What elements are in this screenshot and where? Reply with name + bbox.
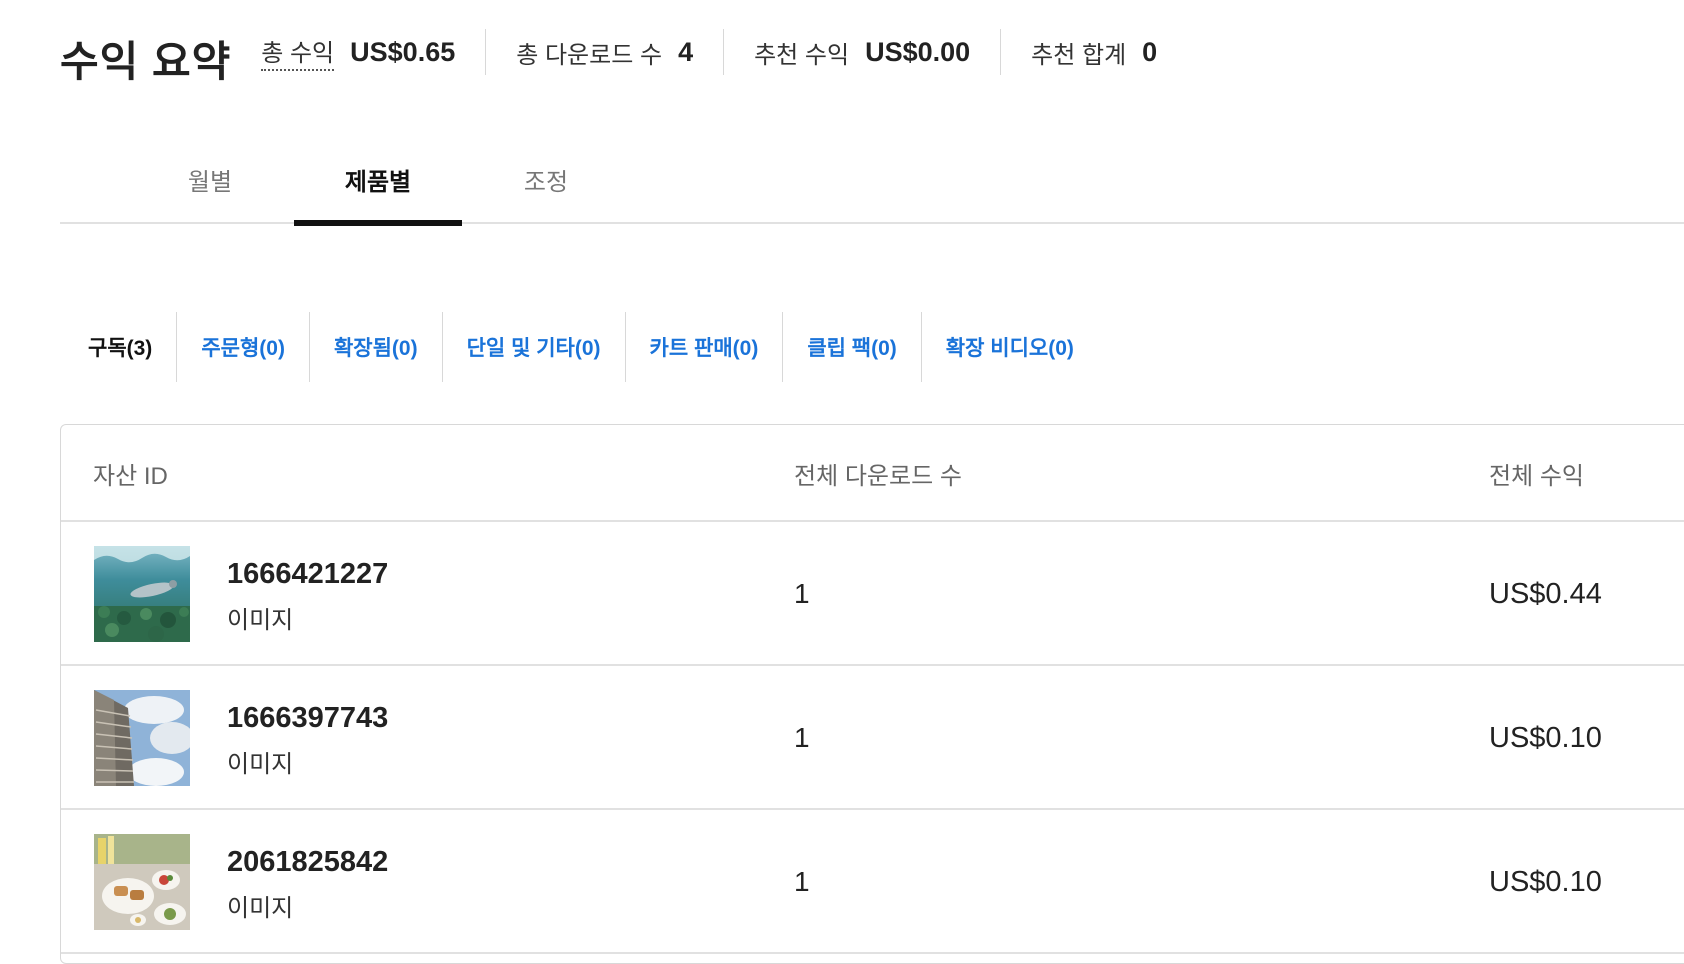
subtab-subscription[interactable]: 구독(3) bbox=[60, 312, 176, 382]
column-header-asset-id: 자산 ID bbox=[93, 463, 168, 490]
stat-value-total-downloads: 4 bbox=[678, 36, 694, 67]
asset-type: 이미지 bbox=[227, 895, 294, 922]
stat-label-referral-earnings: 추천 수익 bbox=[754, 41, 850, 69]
download-count: 1 bbox=[794, 866, 810, 897]
earnings-summary: 수익 요약 총 수익 US$0.65 총 다운로드 수 4 추천 수익 US$0… bbox=[60, 22, 1187, 85]
subtab-extended[interactable]: 확장됨(0) bbox=[308, 312, 442, 382]
stat-value-total-earnings: US$0.65 bbox=[350, 36, 456, 67]
stat-referral-total: 추천 합계 0 bbox=[1000, 29, 1187, 75]
download-count: 1 bbox=[794, 578, 810, 609]
asset-id[interactable]: 1666397743 bbox=[227, 702, 388, 735]
main-tabs: 월별 제품별 조정 bbox=[60, 150, 1684, 226]
table-row: 1666397743 이미지 1 US$0.10 bbox=[61, 666, 1684, 810]
revenue-value: US$0.10 bbox=[1489, 721, 1602, 754]
revenue-value: US$0.44 bbox=[1489, 577, 1602, 610]
tab-by-product[interactable]: 제품별 bbox=[294, 150, 462, 226]
earnings-table: 자산 ID 전체 다운로드 수 전체 수익 1666421227 이미지 1 U… bbox=[60, 424, 1684, 964]
stat-value-referral-earnings: US$0.00 bbox=[865, 36, 971, 67]
underwater-seal-icon[interactable] bbox=[94, 546, 190, 642]
skyscraper-sky-icon[interactable] bbox=[94, 690, 190, 786]
subtab-single-and-other[interactable]: 단일 및 기타(0) bbox=[441, 312, 625, 382]
stat-label-total-downloads: 총 다운로드 수 bbox=[516, 41, 663, 69]
revenue-value: US$0.10 bbox=[1489, 865, 1602, 898]
stat-value-referral-total: 0 bbox=[1142, 36, 1158, 67]
asset-type: 이미지 bbox=[227, 607, 294, 634]
subtab-clip-packs[interactable]: 클립 팩(0) bbox=[782, 312, 920, 382]
subtab-extended-video[interactable]: 확장 비디오(0) bbox=[920, 312, 1098, 382]
download-count: 1 bbox=[794, 722, 810, 753]
table-row: 2061825842 이미지 1 US$0.10 bbox=[61, 810, 1684, 954]
stat-total-earnings: 총 수익 US$0.65 bbox=[261, 29, 485, 75]
column-header-downloads: 전체 다운로드 수 bbox=[794, 463, 962, 490]
stat-referral-earnings: 추천 수익 US$0.00 bbox=[723, 29, 1000, 75]
stat-label-total-earnings[interactable]: 총 수익 bbox=[261, 33, 335, 71]
tab-monthly[interactable]: 월별 bbox=[160, 150, 260, 224]
subtab-cart-sales[interactable]: 카트 판매(0) bbox=[624, 312, 783, 382]
table-header: 자산 ID 전체 다운로드 수 전체 수익 bbox=[61, 425, 1684, 522]
column-header-revenue: 전체 수익 bbox=[1489, 463, 1584, 490]
asset-id[interactable]: 1666421227 bbox=[227, 558, 388, 591]
tab-adjustments[interactable]: 조정 bbox=[496, 150, 596, 224]
subtab-on-demand[interactable]: 주문형(0) bbox=[176, 312, 309, 382]
asset-id[interactable]: 2061825842 bbox=[227, 846, 388, 879]
stat-total-downloads: 총 다운로드 수 4 bbox=[485, 29, 723, 75]
food-plates-icon[interactable] bbox=[94, 834, 190, 930]
stat-label-referral-total: 추천 합계 bbox=[1031, 41, 1127, 69]
table-row: 1666421227 이미지 1 US$0.44 bbox=[61, 522, 1684, 666]
asset-type: 이미지 bbox=[227, 751, 294, 778]
page-title: 수익 요약 bbox=[60, 37, 232, 85]
product-type-tabs: 구독(3) 주문형(0) 확장됨(0) 단일 및 기타(0) 카트 판매(0) … bbox=[60, 312, 1098, 382]
